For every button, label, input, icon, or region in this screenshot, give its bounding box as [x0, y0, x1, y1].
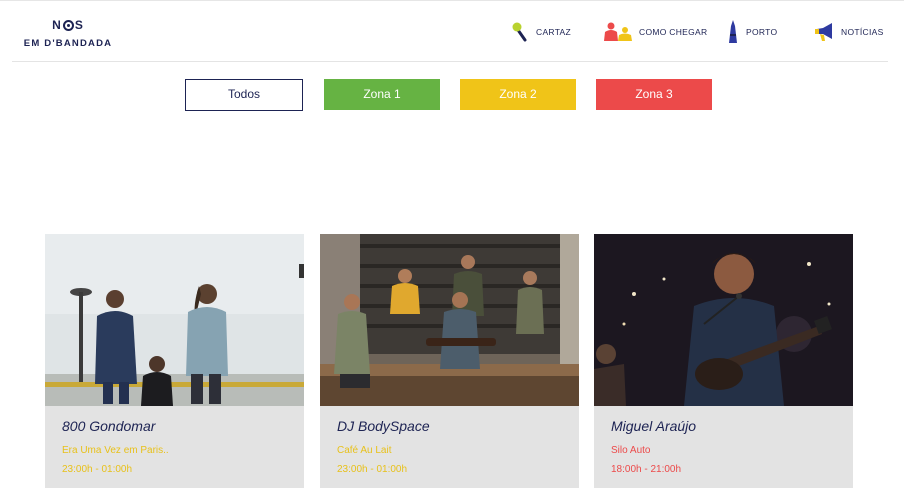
- site-logo[interactable]: NS EM D'BANDADA: [22, 18, 114, 52]
- artist-card-miguel-araujo[interactable]: Miguel Araújo Silo Auto 18:00h - 21:00h: [594, 234, 853, 488]
- nav-item-porto[interactable]: PORTO: [726, 20, 777, 44]
- nav-label-porto: PORTO: [746, 27, 778, 37]
- logo-wordmark: NS: [22, 18, 114, 32]
- artist-name: 800 Gondomar: [62, 418, 156, 434]
- artist-time: 18:00h - 21:00h: [611, 464, 682, 475]
- megaphone-icon: [815, 23, 832, 41]
- nav-label-como-chegar: COMO CHEGAR: [639, 27, 708, 37]
- nav-label-noticias: NOTÍCIAS: [841, 27, 884, 37]
- nav-label-cartaz: CARTAZ: [536, 27, 572, 37]
- artist-card-800-gondomar[interactable]: 800 Gondomar Era Uma Vez em Paris.. 23:0…: [45, 234, 304, 488]
- artist-time: 23:00h - 01:00h: [62, 464, 133, 475]
- nav-item-cartaz[interactable]: CARTAZ: [512, 20, 571, 44]
- nav-item-noticias[interactable]: NOTÍCIAS: [815, 20, 884, 44]
- artist-photo: [45, 234, 304, 406]
- nav-item-como-chegar[interactable]: COMO CHEGAR: [603, 20, 707, 44]
- artist-photo: [594, 234, 853, 406]
- artist-venue: Silo Auto: [611, 445, 651, 456]
- filter-zone1-button[interactable]: Zona 1: [324, 79, 440, 110]
- tower-icon: [729, 20, 737, 43]
- filter-all-button[interactable]: Todos: [185, 79, 303, 111]
- logo-letter-n: N: [52, 18, 62, 32]
- header-divider: [12, 61, 888, 62]
- artist-name: DJ BodySpace: [337, 418, 430, 434]
- site-header: NS EM D'BANDADA CARTAZ COMO CHEGAR PORTO: [0, 0, 904, 62]
- artist-photo: [320, 234, 579, 406]
- microphone-icon: [512, 22, 527, 42]
- filter-zone2-button[interactable]: Zona 2: [460, 79, 576, 110]
- logo-o-icon: [62, 19, 74, 31]
- logo-letter-s: S: [74, 18, 84, 32]
- people-icon: [604, 22, 632, 41]
- artist-venue: Café Au Lait: [337, 445, 392, 456]
- logo-subtitle: EM D'BANDADA: [23, 38, 113, 49]
- artist-time: 23:00h - 01:00h: [337, 464, 408, 475]
- artist-card-dj-bodyspace[interactable]: DJ BodySpace Café Au Lait 23:00h - 01:00…: [320, 234, 579, 488]
- filter-zone3-button[interactable]: Zona 3: [596, 79, 712, 110]
- artist-venue: Era Uma Vez em Paris..: [62, 445, 169, 456]
- artist-name: Miguel Araújo: [611, 418, 697, 434]
